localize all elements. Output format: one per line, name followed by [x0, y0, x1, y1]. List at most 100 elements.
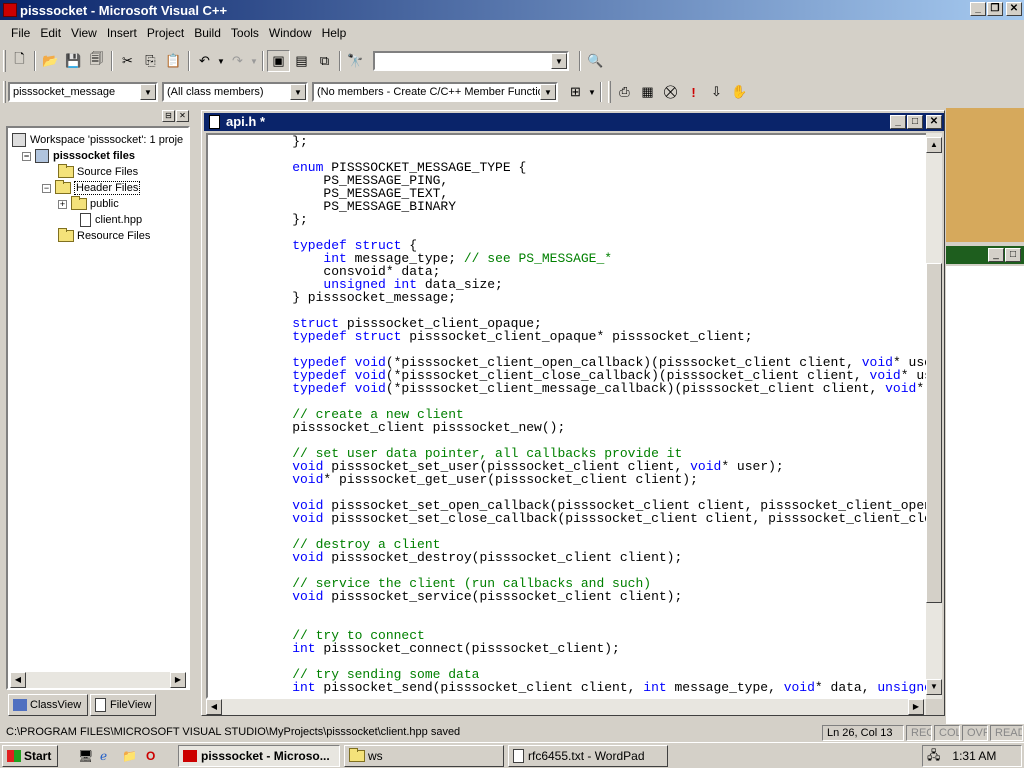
go-icon[interactable]: ⇩ [705, 81, 728, 103]
compile-icon[interactable]: ⎙ [613, 81, 636, 103]
chevron-down-icon[interactable]: ▼ [140, 84, 156, 100]
tree-client-hpp[interactable]: client.hpp [80, 212, 142, 228]
menu-window[interactable]: Window [264, 26, 317, 40]
execute-icon[interactable]: ! [682, 81, 705, 103]
stop-build-icon[interactable]: ⛒ [659, 81, 682, 103]
quicklaunch-ie-icon[interactable]: ℯ [96, 745, 116, 767]
code-token: message_type, [666, 680, 784, 695]
folder-icon [58, 164, 74, 178]
redo-dropdown-icon[interactable]: ▼ [249, 50, 259, 72]
collapse-icon[interactable]: − [42, 183, 51, 193]
scroll-right-icon[interactable]: ▶ [170, 672, 186, 688]
quicklaunch-opera-icon[interactable]: O [142, 745, 162, 767]
status-read: READ [990, 725, 1023, 741]
undo-icon[interactable]: ↶ [193, 50, 216, 72]
menu-tools[interactable]: Tools [226, 26, 264, 40]
docked-window-titlebar[interactable]: _ □ [946, 246, 1024, 264]
tree-resource-files[interactable]: Resource Files [58, 228, 150, 244]
docked-maximize-button[interactable]: □ [1005, 248, 1021, 262]
tree-public[interactable]: + public [58, 196, 119, 212]
paste-icon[interactable]: 📋 [162, 50, 185, 72]
minimize-button[interactable]: _ [970, 2, 986, 16]
start-button[interactable]: Start [2, 745, 58, 767]
classview-icon [13, 699, 27, 711]
menu-file[interactable]: File [6, 26, 35, 40]
tree-source-files[interactable]: Source Files [58, 164, 138, 180]
editor-close-button[interactable]: ✕ [926, 115, 942, 129]
task-wordpad[interactable]: rfc6455.txt - WordPad [508, 745, 668, 767]
workspace-close-icon[interactable]: ✕ [176, 110, 189, 122]
network-icon[interactable]: 🖧 [927, 746, 940, 766]
save-all-icon[interactable]: 🗐 [85, 50, 108, 72]
close-button[interactable]: ✕ [1006, 2, 1022, 16]
scroll-left-icon[interactable]: ◀ [10, 672, 26, 688]
open-folder-icon[interactable]: 📂 [39, 50, 62, 72]
menu-edit[interactable]: Edit [35, 26, 66, 40]
menu-help[interactable]: Help [317, 26, 352, 40]
save-icon[interactable]: 💾 [62, 50, 85, 72]
tab-fileview[interactable]: FileView [90, 694, 156, 716]
code-line: } pisssocket_message; [261, 291, 926, 304]
chevron-down-icon[interactable]: ▼ [290, 84, 306, 100]
code-editor[interactable]: }; enum PISSSOCKET_MESSAGE_TYPE { PS_MES… [206, 133, 928, 699]
editor-vscroll[interactable]: ▲ ▼ [926, 133, 942, 699]
editor-maximize-button[interactable]: □ [907, 115, 923, 129]
wizard-dropdown-icon[interactable]: ▼ [587, 81, 597, 103]
expand-icon[interactable]: + [58, 199, 67, 209]
scroll-down-icon[interactable]: ▼ [926, 679, 942, 695]
workspace-dock-button[interactable]: ⊟ [162, 110, 175, 122]
editor-minimize-button[interactable]: _ [890, 115, 906, 129]
collapse-icon[interactable]: − [22, 151, 31, 161]
workspace-hscroll[interactable]: ◀ ▶ [10, 672, 186, 688]
output-window-icon[interactable]: ▤ [290, 50, 313, 72]
tree-project[interactable]: − pisssocket files [22, 148, 135, 164]
restore-button[interactable]: ❐ [987, 2, 1003, 16]
editor-title-bar[interactable]: api.h * _ □ ✕ [204, 113, 944, 131]
editor-hscroll[interactable]: ◀ ▶ [206, 699, 926, 715]
redo-icon[interactable]: ↷ [226, 50, 249, 72]
window-list-icon[interactable]: ⧉ [313, 50, 336, 72]
status-col: COL [934, 725, 960, 741]
menu-build[interactable]: Build [189, 26, 226, 40]
workspace-toggle-icon[interactable]: ▣ [267, 50, 290, 72]
code-token: * user); [721, 459, 784, 474]
code-line: void pisssocket_set_close_callback(pisss… [261, 512, 926, 525]
chevron-down-icon[interactable]: ▼ [551, 53, 567, 69]
standard-toolbar: 🗋 📂 💾 🗐 ✂ ⎘ 📋 ↶ ▼ ↷ ▼ ▣ ▤ ⧉ 🔭 ▼ 🔍 [0, 47, 620, 75]
folder-icon [349, 748, 365, 762]
undo-dropdown-icon[interactable]: ▼ [216, 50, 226, 72]
find-combo[interactable]: ▼ [373, 51, 569, 71]
quicklaunch-explorer-icon[interactable]: 📁 [118, 745, 138, 767]
copy-icon[interactable]: ⎘ [139, 50, 162, 72]
menu-insert[interactable]: Insert [102, 26, 142, 40]
scroll-right-icon[interactable]: ▶ [908, 699, 924, 715]
task-ws[interactable]: ws [344, 745, 504, 767]
tree-root[interactable]: Workspace 'pisssocket': 1 proje [12, 132, 183, 148]
cut-icon[interactable]: ✂ [116, 50, 139, 72]
document-icon [209, 115, 220, 129]
new-text-file-icon[interactable]: 🗋 [8, 50, 31, 72]
find-binoculars-icon[interactable]: 🔍 [584, 50, 607, 72]
task-pisssocket[interactable]: pisssocket - Microso... [178, 745, 340, 767]
tab-classview[interactable]: ClassView [8, 694, 88, 716]
class-combo[interactable]: pisssocket_message ▼ [8, 82, 158, 102]
filter-combo[interactable]: (All class members) ▼ [162, 82, 308, 102]
menu-view[interactable]: View [66, 26, 102, 40]
scroll-left-icon[interactable]: ◀ [206, 699, 222, 715]
members-combo[interactable]: (No members - Create C/C++ Member Functi… [312, 82, 558, 102]
title-bar[interactable]: pisssocket - Microsoft Visual C++ _ ❐ ✕ [0, 0, 1024, 20]
menu-project[interactable]: Project [142, 26, 189, 40]
wizard-action-icon[interactable]: ⊞ [564, 81, 587, 103]
chevron-down-icon[interactable]: ▼ [540, 84, 556, 100]
scroll-up-icon[interactable]: ▲ [926, 137, 942, 153]
find-in-files-icon[interactable]: 🔭 [344, 50, 367, 72]
build-icon[interactable]: ▦ [636, 81, 659, 103]
tree-header-files[interactable]: − Header Files [42, 180, 141, 196]
breakpoint-hand-icon[interactable]: ✋ [728, 81, 751, 103]
quicklaunch-desktop-icon[interactable]: 🖥 [74, 745, 94, 767]
visual-cpp-icon[interactable] [3, 3, 17, 17]
open-folder-icon [55, 180, 71, 194]
scroll-thumb[interactable] [926, 263, 942, 603]
docked-minimize-button[interactable]: _ [988, 248, 1004, 262]
clock[interactable]: 1:31 AM [952, 749, 996, 763]
